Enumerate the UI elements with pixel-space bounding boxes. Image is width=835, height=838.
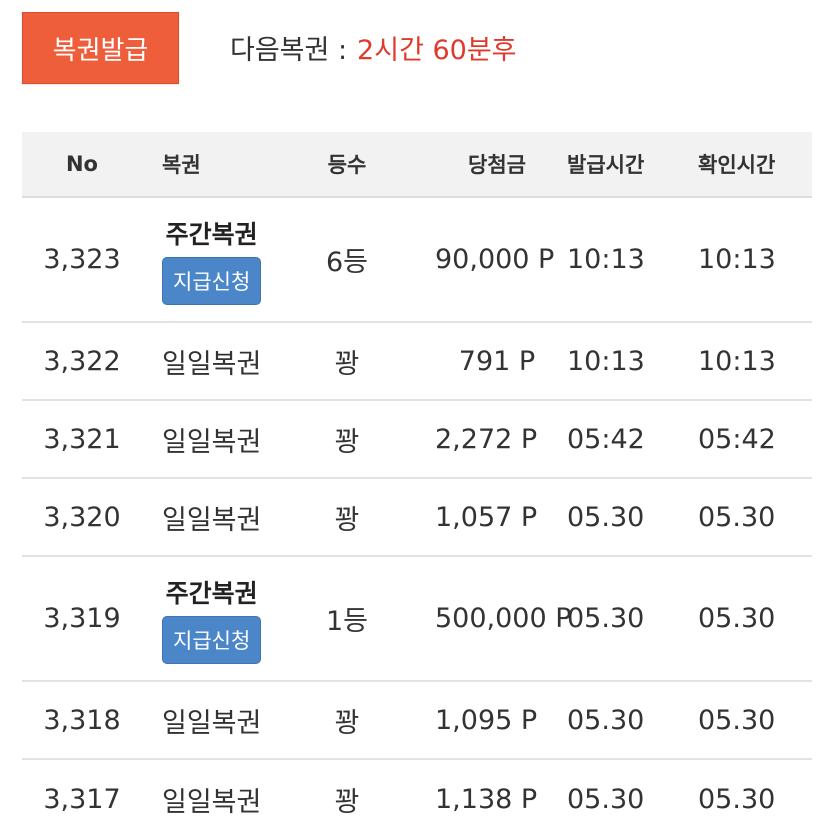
row-type-label: 주간복권 (165, 578, 258, 608)
row-rank: 꽝 (334, 504, 360, 536)
next-lottery-label: 다음복권 : (230, 34, 348, 66)
row-prize: 500,000 P (435, 603, 572, 634)
row-no: 3,320 (43, 501, 121, 533)
row-no: 3,319 (43, 603, 121, 634)
row-prize: 1,138 P (435, 783, 538, 815)
row-issue-time: 10:13 (567, 345, 645, 377)
header-issue-time: 발급시간 (567, 153, 645, 177)
row-rank: 꽝 (334, 426, 360, 458)
row-confirm-time: 05:42 (698, 423, 776, 455)
header-confirm-time: 확인시간 (698, 153, 776, 177)
header-type: 복권 (162, 153, 201, 177)
header-prize: 당첨금 (468, 153, 526, 177)
row-no: 3,322 (43, 345, 121, 377)
row-confirm-time: 10:13 (698, 244, 776, 275)
row-type-label: 주간복권 (165, 219, 258, 249)
row-confirm-time: 05.30 (698, 603, 776, 634)
row-issue-time: 05:42 (567, 423, 645, 455)
row-issue-time: 05.30 (567, 501, 645, 533)
row-no: 3,317 (43, 783, 121, 815)
row-rank: 꽝 (334, 707, 360, 739)
table-row: 3,319 주간복권 지급신청 1등 500,000 P 05.30 05.30 (22, 557, 812, 682)
table-header: No 복권 등수 당첨금 발급시간 확인시간 (22, 132, 812, 198)
next-lottery-countdown: 2시간 60분후 (357, 34, 517, 66)
row-issue-time: 05.30 (567, 603, 645, 634)
table-row: 3,321 일일복권 꽝 2,272 P 05:42 05:42 (22, 401, 812, 479)
table-row: 3,323 주간복권 지급신청 6등 90,000 P 10:13 10:13 (22, 198, 812, 323)
row-confirm-time: 05.30 (698, 501, 776, 533)
table-row: 3,322 일일복권 꽝 791 P 10:13 10:13 (22, 323, 812, 401)
row-rank: 6등 (325, 247, 369, 278)
row-type: 일일복권 (162, 426, 262, 458)
table-row: 3,318 일일복권 꽝 1,095 P 05.30 05.30 (22, 682, 812, 760)
payout-request-button[interactable]: 지급신청 (162, 615, 262, 664)
row-type: 일일복권 (162, 707, 262, 739)
row-prize: 1,095 P (435, 704, 538, 736)
top-bar: 복권발급 다음복권 : 2시간 60분후 (0, 0, 835, 100)
row-issue-time: 05.30 (567, 704, 645, 736)
row-no: 3,323 (43, 244, 121, 275)
row-rank: 꽝 (334, 786, 360, 818)
row-issue-time: 05.30 (567, 783, 645, 815)
row-no: 3,321 (43, 423, 121, 455)
row-type: 주간복권 지급신청 (162, 198, 292, 321)
row-confirm-time: 05.30 (698, 783, 776, 815)
row-type: 주간복권 지급신청 (162, 557, 292, 680)
header-rank: 등수 (327, 153, 367, 177)
row-confirm-time: 10:13 (698, 345, 776, 377)
row-prize: 2,272 P (435, 423, 538, 455)
row-type: 일일복권 (162, 786, 262, 818)
row-issue-time: 10:13 (567, 244, 645, 275)
row-prize: 1,057 P (435, 501, 538, 533)
lottery-table: No 복권 등수 당첨금 발급시간 확인시간 3,323 주간복권 지급신청 6… (22, 132, 812, 838)
row-type: 일일복권 (162, 504, 262, 536)
row-prize: 791 P (458, 345, 536, 377)
next-lottery-info: 다음복권 : 2시간 60분후 (230, 25, 517, 69)
row-prize: 90,000 P (435, 244, 555, 275)
row-confirm-time: 05.30 (698, 704, 776, 736)
header-no: No (65, 152, 98, 176)
row-type: 일일복권 (162, 348, 262, 380)
row-rank: 1등 (325, 606, 369, 637)
table-row: 3,320 일일복권 꽝 1,057 P 05.30 05.30 (22, 479, 812, 557)
row-rank: 꽝 (334, 348, 360, 380)
issue-lottery-button[interactable]: 복권발급 (22, 12, 179, 84)
table-row: 3,317 일일복권 꽝 1,138 P 05.30 05.30 (22, 760, 812, 838)
payout-request-button[interactable]: 지급신청 (162, 256, 262, 305)
row-no: 3,318 (43, 704, 121, 736)
